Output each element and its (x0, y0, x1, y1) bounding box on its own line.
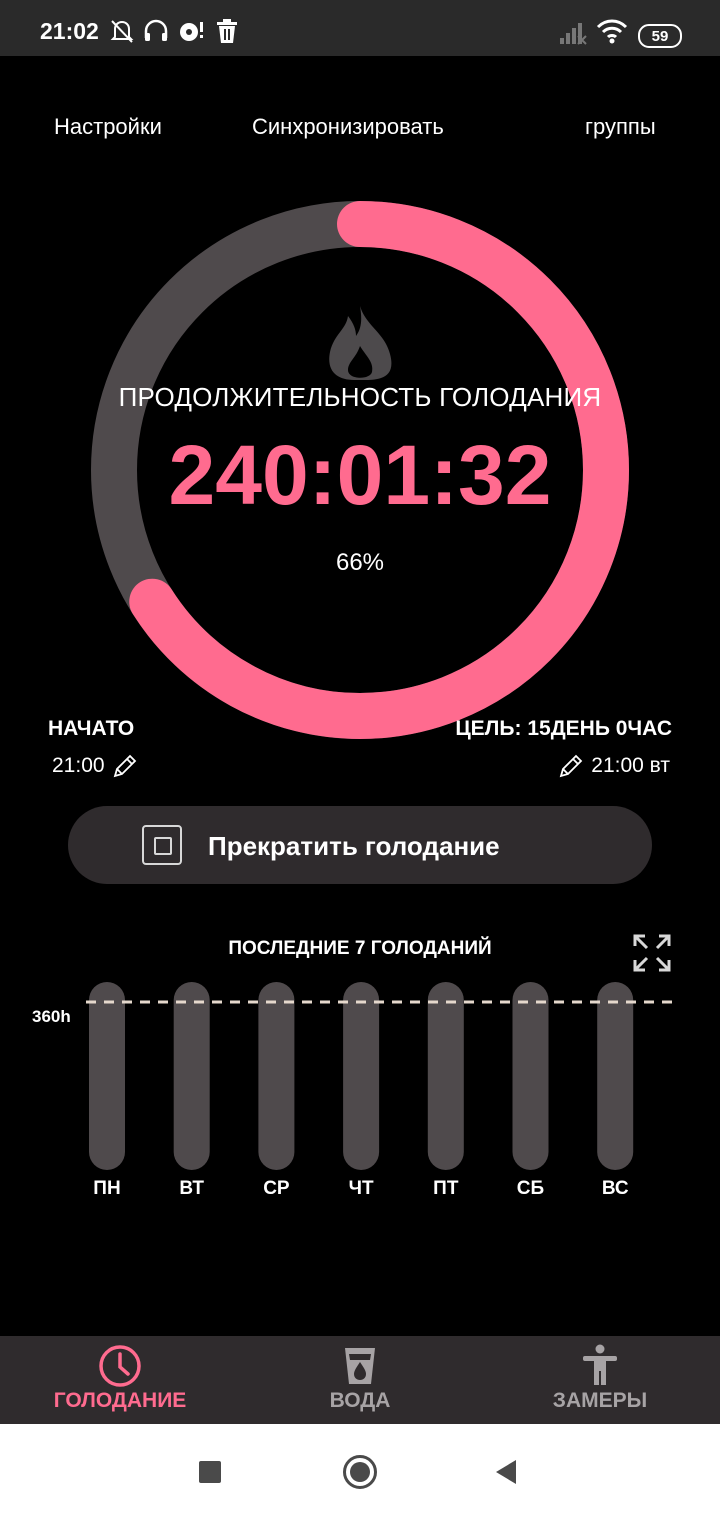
nav-water[interactable]: ВОДА (240, 1336, 480, 1424)
chart-title: ПОСЛЕДНИЕ 7 ГОЛОДАНИЙ (228, 938, 492, 959)
day-label-0: ПН (93, 1178, 120, 1199)
edit-start-icon[interactable] (111, 752, 139, 780)
person-icon (583, 1344, 617, 1385)
start-time-row[interactable]: 21:00 (52, 752, 139, 780)
stop-square-icon (142, 825, 182, 865)
settings-link[interactable]: Настройки (54, 114, 162, 140)
bar-track-4 (427, 982, 464, 1170)
battery-level: 59 (651, 27, 669, 45)
sync-link[interactable]: Синхронизировать (252, 114, 444, 140)
nav-measurements-label: ЗАМЕРЫ (552, 1389, 648, 1412)
trash-icon (217, 19, 237, 43)
bar-track-5 (512, 982, 549, 1170)
nav-fasting[interactable]: ГОЛОДАНИЕ (0, 1336, 240, 1424)
day-label-2: СР (263, 1178, 290, 1199)
elapsed-time: 240:01:32 (168, 428, 552, 522)
bar-track-2 (258, 982, 295, 1170)
day-label-1: ВТ (179, 1178, 204, 1199)
start-label: НАЧАТО (48, 717, 135, 740)
expand-icon[interactable] (632, 933, 672, 973)
day-label-3: ЧТ (349, 1178, 374, 1199)
status-time: 21:02 (40, 18, 99, 44)
target-label: 360h (32, 1007, 71, 1026)
nav-measurements[interactable]: ЗАМЕРЫ (480, 1336, 720, 1424)
bell-off-icon (110, 20, 134, 43)
bar-track-1 (173, 982, 210, 1170)
goal-label: ЦЕЛЬ: 15ДЕНЬ 0ЧАС (455, 717, 672, 740)
start-time: 21:00 (52, 754, 105, 777)
flame-icon (329, 306, 392, 380)
goal-time: 21:00 вт (591, 754, 670, 777)
status-bar: 21:02 59 (0, 0, 720, 56)
edit-goal-icon[interactable] (557, 752, 585, 780)
water-glass-icon (345, 1348, 375, 1384)
system-navigation-bar (0, 1424, 720, 1520)
back-icon[interactable] (494, 1459, 518, 1485)
day-label-5: СБ (517, 1178, 544, 1199)
notification-icon (180, 22, 203, 41)
clock-icon (99, 1345, 141, 1387)
stop-fasting-button[interactable]: Прекратить голодание (68, 806, 652, 884)
nav-fasting-label: ГОЛОДАНИЕ (53, 1389, 187, 1412)
day-label-6: ВС (602, 1178, 629, 1199)
progress-percent: 66% (335, 549, 385, 576)
day-label-4: ПТ (433, 1178, 459, 1199)
timer-caption: ПРОДОЛЖИТЕЛЬНОСТЬ ГОЛОДАНИЯ (118, 382, 602, 412)
fasting-chart: ПН ВТ СР ЧТ ПТ СБ ВС 360h (32, 982, 680, 1199)
bar-track-0 (89, 982, 125, 1170)
bar-track-3 (343, 982, 380, 1170)
headphones-icon (144, 19, 168, 41)
wifi-icon (596, 19, 628, 44)
bar-track-6 (597, 982, 634, 1170)
groups-link[interactable]: группы (585, 114, 656, 140)
goal-time-row[interactable]: 21:00 вт (557, 752, 670, 780)
home-icon[interactable] (343, 1455, 377, 1489)
signal-icon (560, 23, 587, 45)
battery-icon: 59 (638, 24, 682, 48)
bottom-navigation: ГОЛОДАНИЕ ВОДА ЗАМЕРЫ (0, 1336, 720, 1424)
nav-water-label: ВОДА (329, 1389, 391, 1412)
recents-icon[interactable] (199, 1461, 221, 1483)
stop-fasting-label: Прекратить голодание (208, 831, 500, 861)
